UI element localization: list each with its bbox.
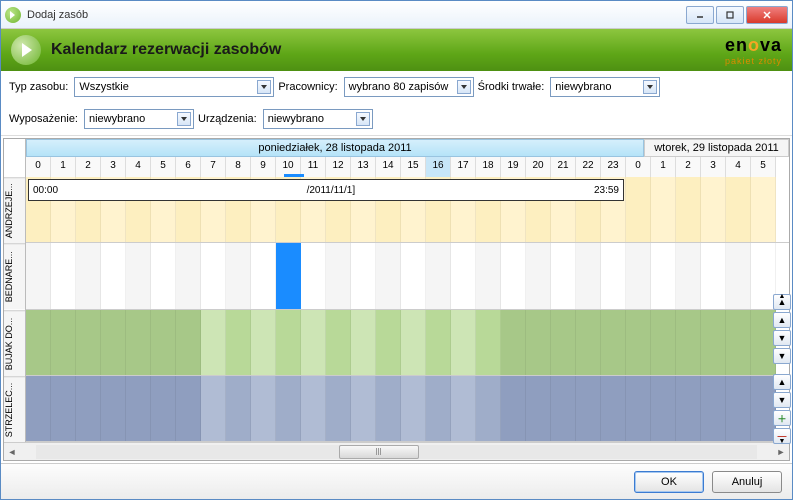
asset-label: Środki trwałe: [478,81,545,93]
corner-spacer [4,139,26,177]
time-marker [276,243,301,308]
chevron-down-icon [457,80,471,94]
hour-4[interactable]: 4 [726,157,751,177]
hour-5[interactable]: 5 [151,157,176,177]
hour-20[interactable]: 20 [526,157,551,177]
calendar-rows: ANDRZEJE...BEDNARE...BUJAK DO...STRZELEC… [4,177,789,442]
calendar: poniedziałek, 28 listopada 2011 wtorek, … [3,138,790,461]
window-title: Dodaj zasób [27,9,686,21]
hour-3[interactable]: 3 [701,157,726,177]
equip-select[interactable]: niewybrano [84,109,194,129]
day-header: poniedziałek, 28 listopada 2011 wtorek, … [26,139,789,157]
maximize-button[interactable] [716,6,744,24]
hour-2[interactable]: 2 [676,157,701,177]
hour-11[interactable]: 11 [301,157,326,177]
hour-19[interactable]: 19 [501,157,526,177]
hour-17[interactable]: 17 [451,157,476,177]
resource-row-3[interactable] [26,376,789,442]
hour-23[interactable]: 23 [601,157,626,177]
resource-row-2[interactable] [26,310,789,376]
dev-select[interactable]: niewybrano [263,109,373,129]
chevron-down-icon [643,80,657,94]
chevron-down-icon [257,80,271,94]
window-controls [686,6,788,24]
resource-label-1[interactable]: BEDNARE... [4,243,25,309]
dialog-footer: OK Anuluj [1,463,792,499]
type-select[interactable]: Wszystkie [74,77,274,97]
titlebar: Dodaj zasób [1,1,792,29]
hour-14[interactable]: 14 [376,157,401,177]
hour-3[interactable]: 3 [101,157,126,177]
hour-10[interactable]: 10 [276,157,301,177]
type-label: Typ zasobu: [9,81,68,93]
asset-select[interactable]: niewybrano [550,77,660,97]
hour-15[interactable]: 15 [401,157,426,177]
hour-2[interactable]: 2 [76,157,101,177]
chevron-down-icon [356,112,370,126]
hour-12[interactable]: 12 [326,157,351,177]
chevron-down-icon [177,112,191,126]
page-title: Kalendarz rezerwacji zasobów [51,41,725,59]
header-banner: Kalendarz rezerwacji zasobów enova pakie… [1,29,792,71]
hour-1[interactable]: 1 [651,157,676,177]
day-1-header[interactable]: poniedziałek, 28 listopada 2011 [26,139,644,157]
resource-row-0[interactable]: 00:00/2011/11/1]23:59 [26,177,789,243]
hour-4[interactable]: 4 [126,157,151,177]
hour-8[interactable]: 8 [226,157,251,177]
calendar-grid[interactable]: 00:00/2011/11/1]23:59 [26,177,789,442]
hour-9[interactable]: 9 [251,157,276,177]
scroll-left-icon[interactable]: ◄ [4,445,20,459]
resource-label-0[interactable]: ANDRZEJE... [4,177,25,243]
dev-label: Urządzenia: [198,113,257,125]
scrollbar-thumb[interactable] [339,445,419,459]
scroll-up-button[interactable]: ▲ [773,312,791,328]
hour-16[interactable]: 16 [426,157,451,177]
hour-6[interactable]: 6 [176,157,201,177]
close-button[interactable] [746,6,788,24]
side-toolbar: ▲▲ ▲ ▼ ▼▼ ▲ ▼ ＋ — [773,294,791,444]
horizontal-scrollbar[interactable]: ◄ ► [4,442,789,460]
scroll-bottom-button[interactable]: ▼▼ [773,348,791,364]
dialog-window: Dodaj zasób Kalendarz rezerwacji zasobów… [0,0,793,500]
emp-select[interactable]: wybrano 80 zapisów [344,77,474,97]
row-labels: ANDRZEJE...BEDNARE...BUJAK DO...STRZELEC… [4,177,26,442]
hour-18[interactable]: 18 [476,157,501,177]
hour-13[interactable]: 13 [351,157,376,177]
cancel-button[interactable]: Anuluj [712,471,782,493]
scrollbar-track[interactable] [36,445,757,459]
brand-logo: enova pakiet złoty [725,35,782,66]
equip-label: Wyposażenie: [9,113,78,125]
hour-21[interactable]: 21 [551,157,576,177]
hour-0[interactable]: 0 [26,157,51,177]
resource-label-3[interactable]: STRZELEC... [4,376,25,442]
hour-22[interactable]: 22 [576,157,601,177]
hour-0[interactable]: 0 [626,157,651,177]
scroll-right-icon[interactable]: ► [773,445,789,459]
reservation-event[interactable]: 00:00/2011/11/1]23:59 [28,179,624,201]
day-2-header[interactable]: wtorek, 29 listopada 2011 [644,139,789,157]
hour-5[interactable]: 5 [751,157,776,177]
add-button[interactable]: ＋ [773,410,791,426]
emp-label: Pracownicy: [278,81,337,93]
play-icon [11,35,41,65]
minimize-button[interactable] [686,6,714,24]
resource-row-1[interactable] [26,243,789,309]
resource-label-2[interactable]: BUJAK DO... [4,310,25,376]
ok-button[interactable]: OK [634,471,704,493]
hour-ruler: 0123456789101112131415161718192021222301… [26,157,789,177]
hour-7[interactable]: 7 [201,157,226,177]
app-icon [5,7,21,23]
scroll-down-button[interactable]: ▼ [773,330,791,346]
filter-bar: Typ zasobu: Wszystkie Pracownicy: wybran… [1,71,792,136]
move-down-button[interactable]: ▼ [773,392,791,408]
scroll-top-button[interactable]: ▲▲ [773,294,791,310]
hour-1[interactable]: 1 [51,157,76,177]
move-up-button[interactable]: ▲ [773,374,791,390]
